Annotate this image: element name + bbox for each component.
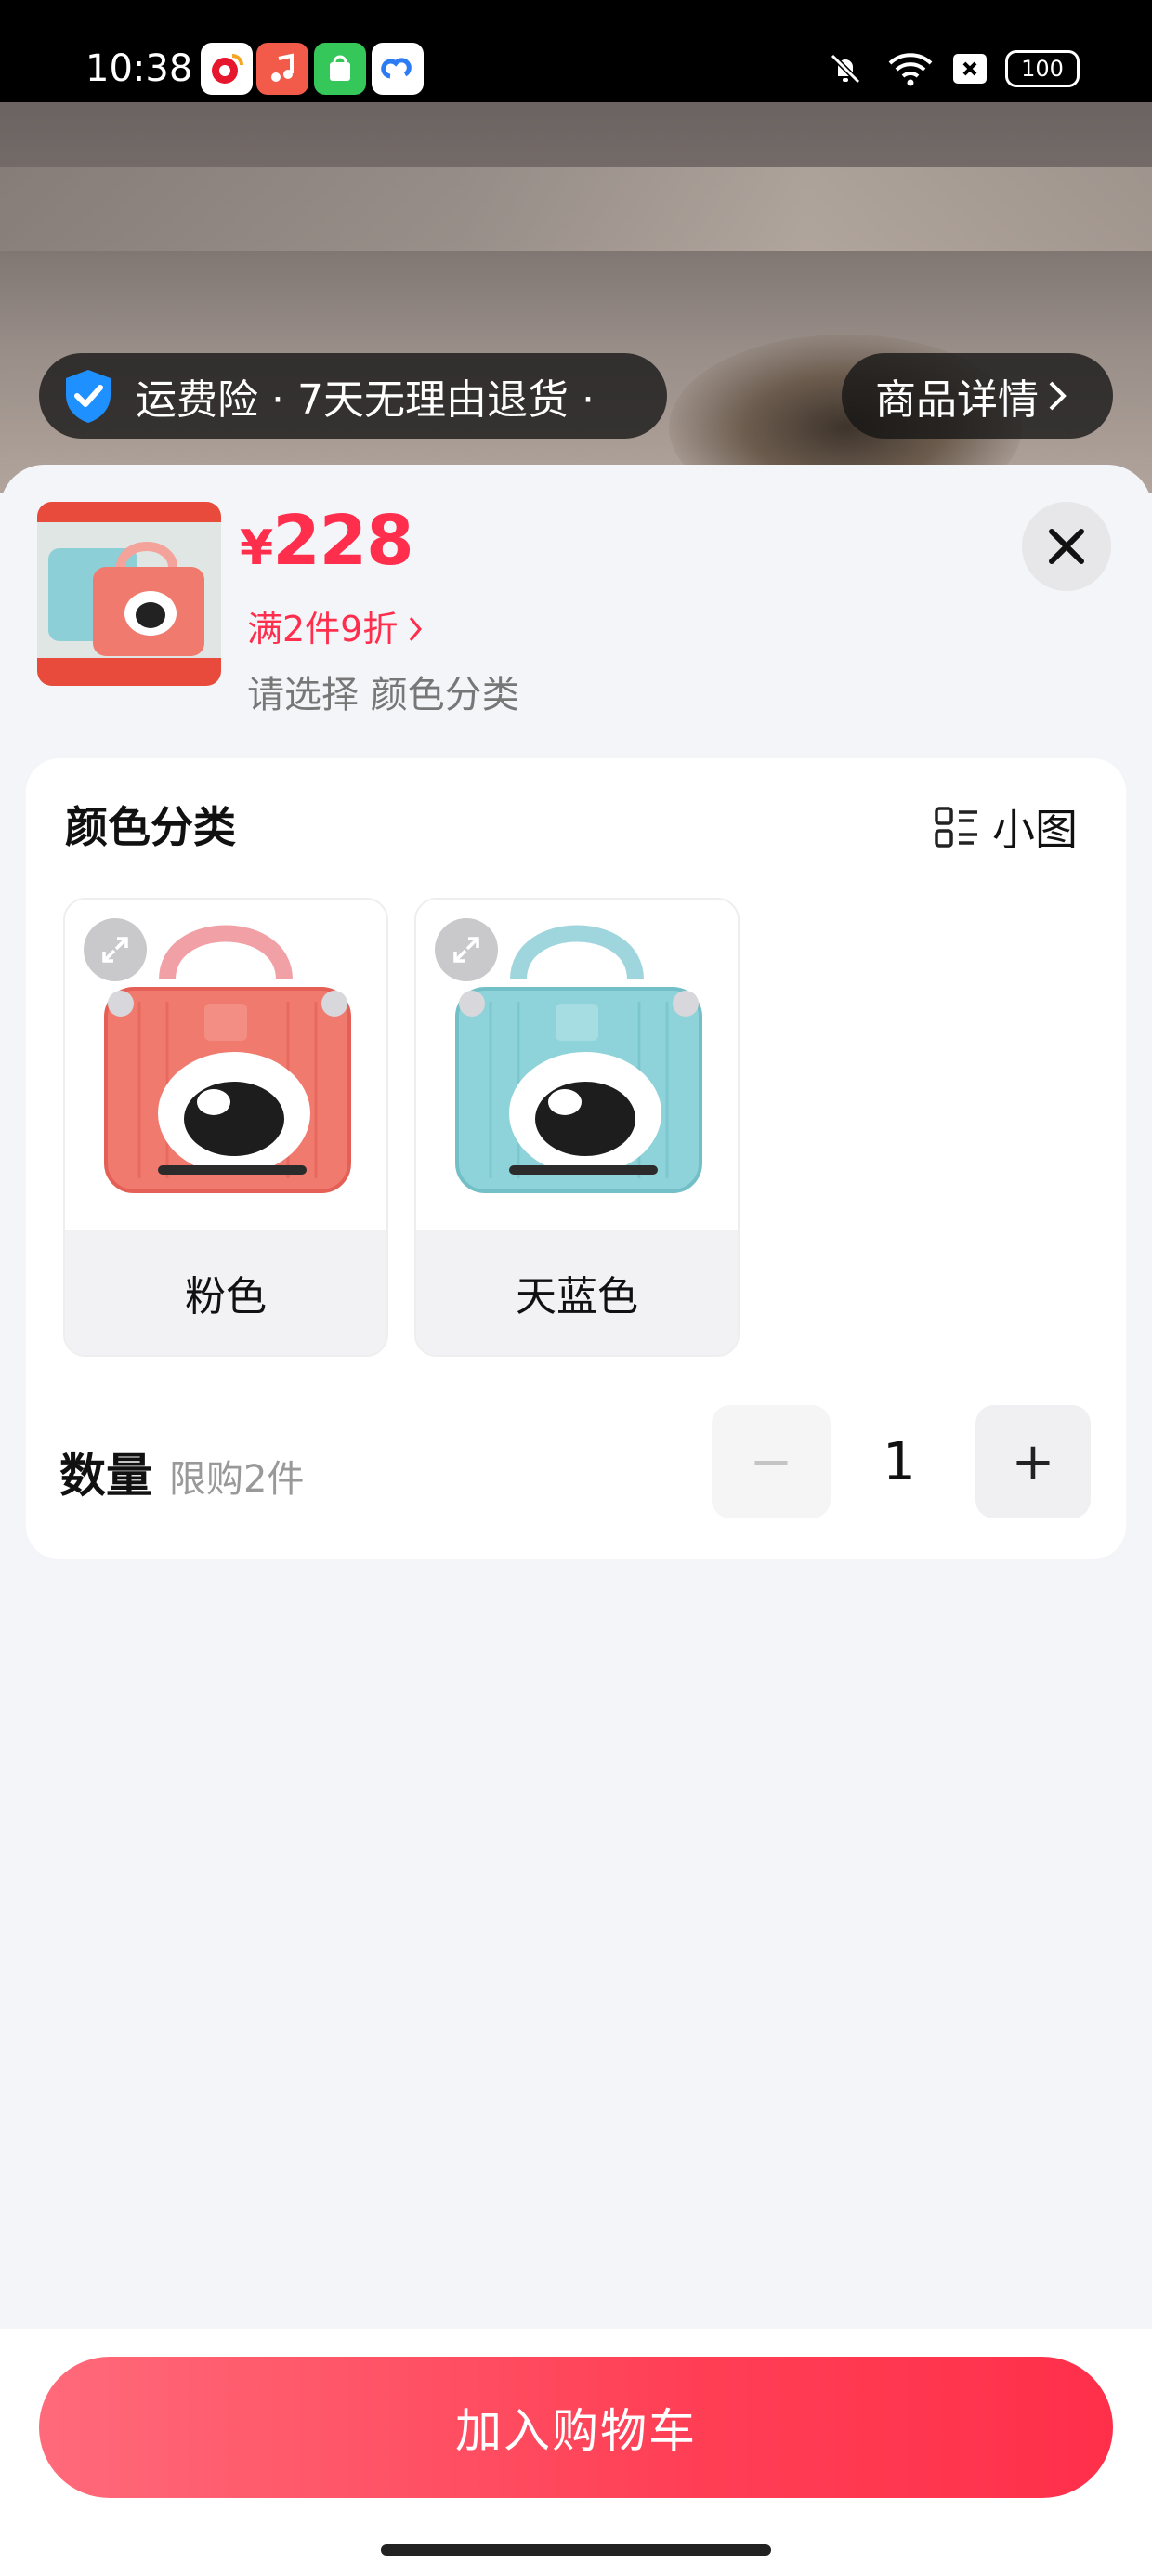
status-time: 10:38 <box>85 47 193 90</box>
selection-hint: 请选择 颜色分类 <box>247 674 519 716</box>
currency-symbol: ¥ <box>240 520 273 576</box>
chevron-right-icon <box>1046 377 1068 414</box>
battery-indicator: 100 <box>1005 50 1080 87</box>
list-view-icon <box>931 801 983 853</box>
decrease-quantity-button[interactable]: − <box>712 1405 831 1518</box>
product-thumbnail[interactable] <box>37 502 221 686</box>
service-text: 运费险 · 7天无理由退货 · <box>136 376 595 424</box>
promo-tag[interactable]: 满2件9折 <box>247 602 424 656</box>
status-bar: 10:38 100 <box>0 0 1152 102</box>
chevron-right-icon <box>407 614 424 644</box>
option-label: 粉色 <box>65 1230 386 1355</box>
quantity-title: 数量 <box>59 1449 152 1503</box>
close-icon <box>1049 529 1084 564</box>
price-value: 228 <box>272 501 413 581</box>
promo-text: 满2件9折 <box>247 609 399 650</box>
weibo-icon <box>201 43 253 95</box>
cloud-icon <box>372 43 424 95</box>
quantity-value[interactable]: 1 <box>847 1405 951 1518</box>
option-pink[interactable]: 粉色 <box>63 898 388 1357</box>
quantity-label: 数量 限购2件 <box>59 1439 305 1503</box>
option-sky-blue[interactable]: 天蓝色 <box>414 898 740 1357</box>
shield-check-icon <box>59 367 117 425</box>
close-button[interactable] <box>1022 502 1111 591</box>
music-icon <box>256 43 308 95</box>
service-guarantee-pill[interactable]: 运费险 · 7天无理由退货 · <box>39 353 667 439</box>
increase-quantity-button[interactable]: + <box>975 1405 1091 1518</box>
option-label: 天蓝色 <box>416 1230 738 1355</box>
expand-icon[interactable] <box>435 918 498 981</box>
wifi-icon <box>883 43 938 95</box>
sim-blocked-icon <box>946 43 994 95</box>
details-label: 商品详情 <box>875 376 1039 424</box>
purchase-limit: 限购2件 <box>169 1458 305 1501</box>
home-indicator[interactable] <box>381 2544 771 2556</box>
store-icon <box>314 43 366 95</box>
view-mode-toggle[interactable]: 小图 <box>931 795 1078 859</box>
add-to-cart-button[interactable]: 加入购物车 <box>39 2357 1113 2498</box>
product-price: ¥228 <box>240 501 414 581</box>
mute-icon <box>819 43 871 95</box>
view-mode-label: 小图 <box>992 805 1078 855</box>
product-details-link[interactable]: 商品详情 <box>842 353 1113 439</box>
option-group-title: 颜色分类 <box>65 802 236 852</box>
expand-icon[interactable] <box>84 918 147 981</box>
